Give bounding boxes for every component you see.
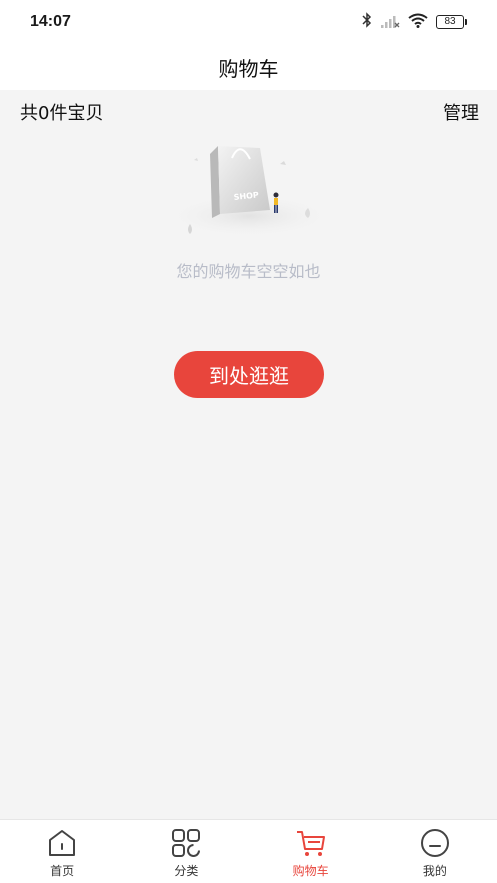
item-count: 共0件宝贝 [20, 103, 104, 124]
signal-icon [380, 13, 400, 32]
bluetooth-icon [362, 12, 372, 32]
status-bar: 14:07 83 [0, 0, 497, 44]
bottom-tab-bar: 首页 分类 购物车 我的 [0, 819, 497, 883]
battery-icon: 83 [436, 15, 467, 29]
home-icon [46, 827, 78, 859]
header: 购物车 [0, 44, 497, 90]
tab-profile[interactable]: 我的 [373, 820, 497, 883]
tab-home[interactable]: 首页 [0, 820, 124, 883]
tab-cart[interactable]: 购物车 [249, 820, 373, 883]
profile-icon [419, 827, 451, 859]
empty-cart-message: 您的购物车空空如也 [176, 262, 321, 281]
tab-category-label: 分类 [174, 864, 199, 878]
cart-icon [295, 827, 327, 859]
category-grid-icon [170, 827, 202, 859]
tab-home-label: 首页 [50, 864, 75, 878]
empty-cart-illustration: SHOP [162, 136, 337, 241]
tab-category[interactable]: 分类 [124, 820, 248, 883]
tab-profile-label: 我的 [422, 864, 447, 878]
wifi-icon [408, 13, 428, 32]
tab-cart-label: 购物车 [292, 864, 329, 878]
manage-button[interactable]: 管理 [443, 99, 479, 125]
status-icons: 83 [362, 12, 467, 32]
status-time: 14:07 [30, 13, 71, 30]
browse-button[interactable]: 到处逛逛 [174, 351, 324, 398]
battery-level: 83 [436, 15, 464, 29]
cart-screen: 14:07 83 购物车 共0件宝贝 管理 SHOP 您的购物车空空如也 到处逛… [0, 0, 497, 883]
page-title: 购物车 [218, 56, 279, 81]
cart-summary-row: 共0件宝贝 管理 [0, 92, 497, 132]
